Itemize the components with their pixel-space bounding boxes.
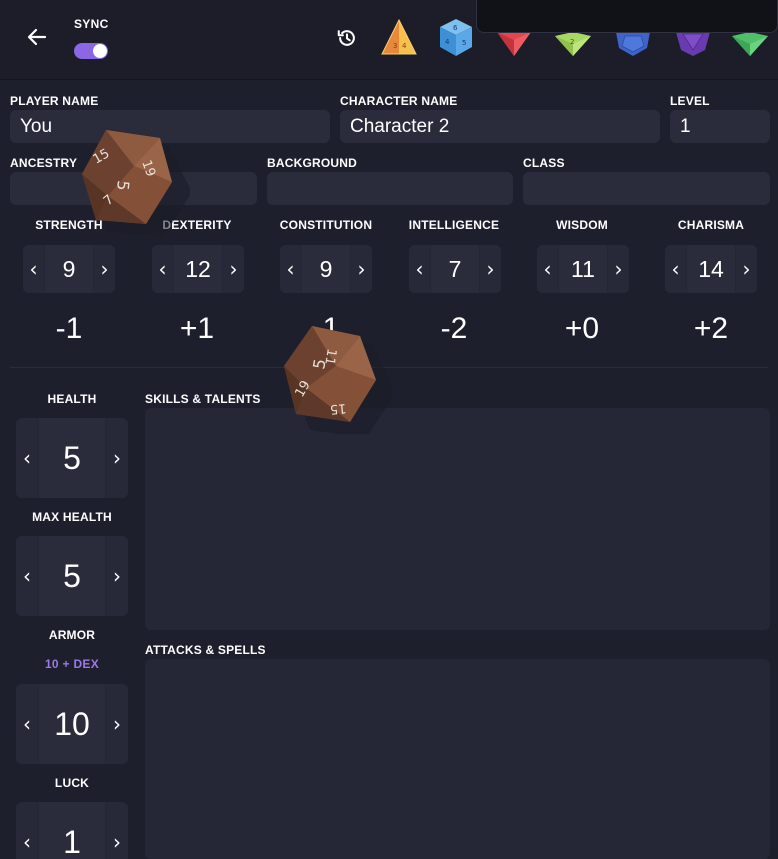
wisdom-value: 11 xyxy=(559,245,607,293)
character-name-label: CHARACTER NAME xyxy=(340,94,458,108)
wisdom-increment-button[interactable]: › xyxy=(608,245,629,293)
character-name-input[interactable] xyxy=(340,110,660,143)
sync-toggle[interactable] xyxy=(74,43,108,59)
luck-increment-button[interactable]: › xyxy=(106,802,128,859)
wisdom-stepper: ‹ 11 › xyxy=(537,245,629,293)
max-health-label: MAX HEALTH xyxy=(32,510,112,524)
attacks-textarea[interactable] xyxy=(145,659,770,859)
player-name-input[interactable] xyxy=(10,110,330,143)
charisma-value: 14 xyxy=(687,245,735,293)
constitution-stepper: ‹ 9 › xyxy=(280,245,372,293)
max-health-stepper: ‹ 5 › xyxy=(16,536,128,616)
intelligence-decrement-button[interactable]: ‹ xyxy=(409,245,430,293)
svg-text:2: 2 xyxy=(570,38,574,46)
intelligence-value: 7 xyxy=(431,245,479,293)
luck-value: 1 xyxy=(39,802,105,859)
stat-label-constitution: CONSTITUTION xyxy=(279,218,373,232)
dexterity-decrement-button[interactable]: ‹ xyxy=(152,245,173,293)
health-label: HEALTH xyxy=(47,392,97,406)
level-input[interactable] xyxy=(670,110,770,143)
d20-icon[interactable] xyxy=(673,30,713,58)
attacks-label: ATTACKS & SPELLS xyxy=(145,643,266,657)
max-health-value: 5 xyxy=(39,536,105,616)
health-decrement-button[interactable]: ‹ xyxy=(16,418,38,498)
armor-increment-button[interactable]: › xyxy=(106,684,128,764)
max-health-decrement-button[interactable]: ‹ xyxy=(16,536,38,616)
strength-increment-button[interactable]: › xyxy=(94,245,115,293)
constitution-decrement-button[interactable]: ‹ xyxy=(280,245,301,293)
skills-label: SKILLS & TALENTS xyxy=(145,392,261,406)
overlay-panel xyxy=(476,0,778,33)
charisma-stepper: ‹ 14 › xyxy=(665,245,757,293)
armor-value: 10 xyxy=(39,684,105,764)
die-face-label: 15 xyxy=(91,146,113,167)
d6-icon[interactable]: 6 4 5 xyxy=(437,17,475,59)
stat-label-strength: STRENGTH xyxy=(35,218,103,232)
luck-label: LUCK xyxy=(54,776,90,790)
strength-value: 9 xyxy=(45,245,93,293)
ancestry-input[interactable] xyxy=(10,172,257,205)
history-icon[interactable] xyxy=(336,27,358,49)
wisdom-decrement-button[interactable]: ‹ xyxy=(537,245,558,293)
level-label: LEVEL xyxy=(670,94,710,108)
health-value: 5 xyxy=(39,418,105,498)
d100-icon[interactable] xyxy=(730,30,770,58)
stat-label-dexterity: DEXTERITY xyxy=(162,218,232,232)
strength-modifier: -1 xyxy=(55,312,83,345)
back-arrow-icon[interactable] xyxy=(25,25,49,49)
armor-formula: 10 + DEX xyxy=(44,657,100,671)
d10-icon[interactable]: 2 xyxy=(553,30,593,58)
constitution-modifier: -1 xyxy=(312,312,340,345)
stat-label-wisdom: WISDOM xyxy=(556,218,608,232)
dexterity-value: 12 xyxy=(174,245,222,293)
svg-text:4: 4 xyxy=(445,38,450,46)
stat-label-intelligence: INTELLIGENCE xyxy=(408,218,500,232)
sync-label: SYNC xyxy=(74,17,109,31)
charisma-increment-button[interactable]: › xyxy=(736,245,757,293)
constitution-value: 9 xyxy=(302,245,350,293)
armor-label: ARMOR xyxy=(48,628,96,642)
health-stepper: ‹ 5 › xyxy=(16,418,128,498)
section-divider xyxy=(10,367,768,368)
svg-text:5: 5 xyxy=(462,39,466,47)
d8-icon[interactable] xyxy=(494,30,534,58)
intelligence-modifier: -2 xyxy=(440,312,468,345)
luck-decrement-button[interactable]: ‹ xyxy=(16,802,38,859)
svg-text:6: 6 xyxy=(453,24,458,32)
d4-icon[interactable]: 3 4 xyxy=(380,18,418,58)
armor-decrement-button[interactable]: ‹ xyxy=(16,684,38,764)
charisma-decrement-button[interactable]: ‹ xyxy=(665,245,686,293)
health-increment-button[interactable]: › xyxy=(106,418,128,498)
luck-stepper: ‹ 1 › xyxy=(16,802,128,859)
armor-stepper: ‹ 10 › xyxy=(16,684,128,764)
dexterity-stepper: ‹ 12 › xyxy=(152,245,244,293)
dexterity-modifier: +1 xyxy=(179,312,215,345)
player-name-label: PLAYER NAME xyxy=(10,94,99,108)
die-face-label: 11 xyxy=(321,347,339,366)
background-label: BACKGROUND xyxy=(267,156,357,170)
top-bar: SYNC 3 4 6 4 5 2 xyxy=(0,0,778,80)
stat-label-charisma: CHARISMA xyxy=(677,218,745,232)
intelligence-increment-button[interactable]: › xyxy=(480,245,501,293)
constitution-increment-button[interactable]: › xyxy=(351,245,372,293)
max-health-increment-button[interactable]: › xyxy=(106,536,128,616)
skills-textarea[interactable] xyxy=(145,408,770,630)
background-input[interactable] xyxy=(267,172,513,205)
strength-stepper: ‹ 9 › xyxy=(23,245,115,293)
strength-decrement-button[interactable]: ‹ xyxy=(23,245,44,293)
charisma-modifier: +2 xyxy=(693,312,729,345)
dexterity-increment-button[interactable]: › xyxy=(223,245,244,293)
class-input[interactable] xyxy=(523,172,770,205)
svg-text:3: 3 xyxy=(393,42,397,50)
ancestry-label: ANCESTRY xyxy=(10,156,78,170)
wisdom-modifier: +0 xyxy=(564,312,600,345)
intelligence-stepper: ‹ 7 › xyxy=(409,245,501,293)
die-face-label: 5 xyxy=(309,357,329,370)
svg-text:4: 4 xyxy=(402,42,407,50)
class-label: CLASS xyxy=(523,156,565,170)
die-face-label: 19 xyxy=(292,378,313,400)
toggle-knob xyxy=(93,44,107,58)
d12-icon[interactable] xyxy=(613,30,653,58)
